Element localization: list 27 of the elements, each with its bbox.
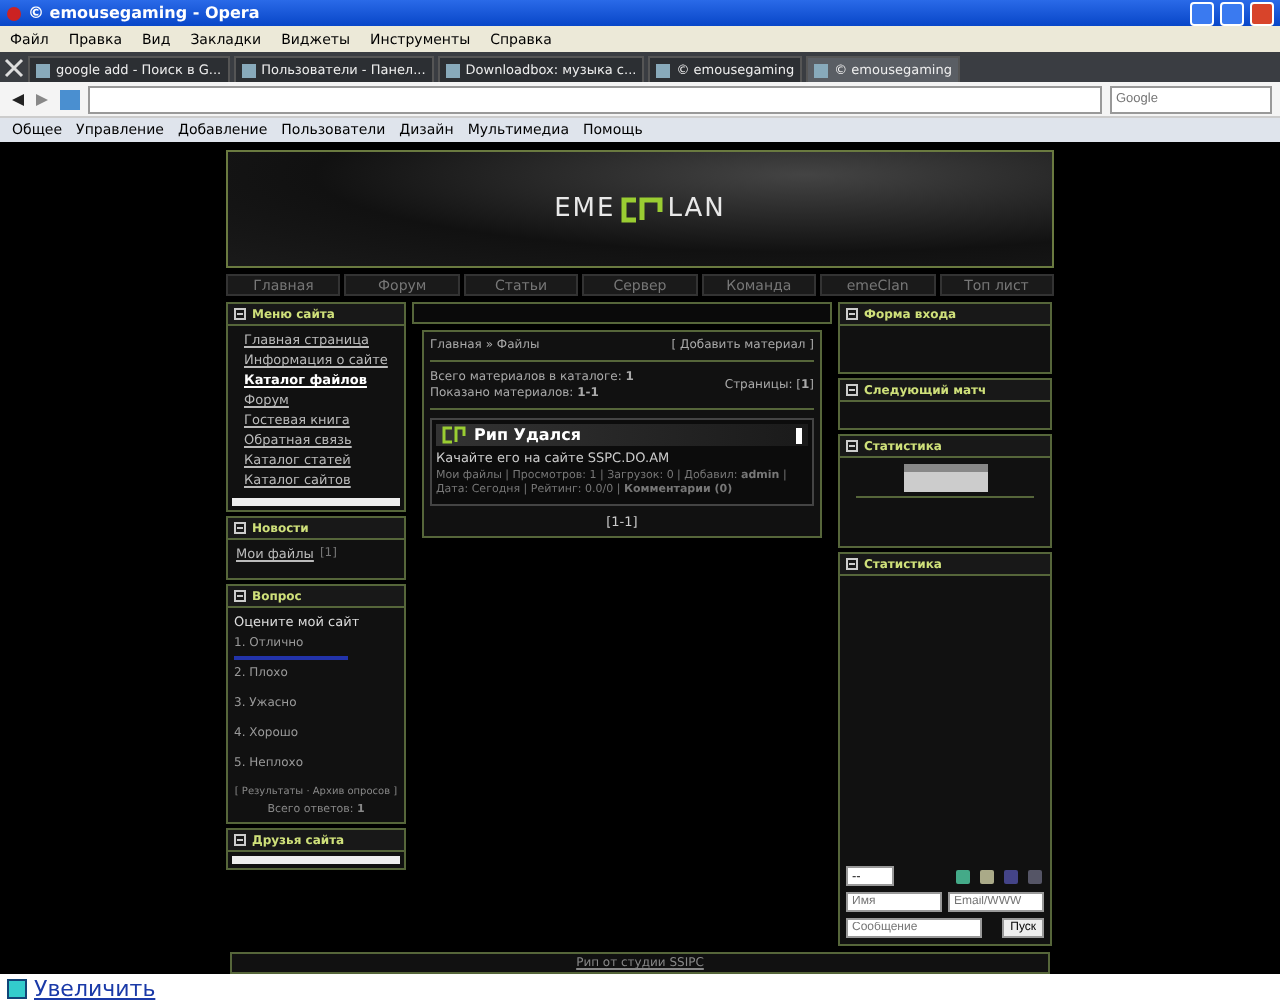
counter-widget-icon xyxy=(903,464,987,493)
minus-box-icon xyxy=(234,590,246,603)
close-button[interactable] xyxy=(1250,1,1274,25)
opera-logo-icon xyxy=(6,5,22,21)
forward-icon[interactable] xyxy=(34,91,52,107)
logo-icon xyxy=(442,426,466,445)
minus-box-icon xyxy=(846,558,858,571)
minus-box-icon xyxy=(234,834,246,847)
minus-box-icon xyxy=(846,440,858,453)
scrollbar[interactable] xyxy=(232,856,400,865)
enlarge-link[interactable]: Увеличить xyxy=(34,976,156,1002)
minus-box-icon xyxy=(234,308,246,321)
logo-icon xyxy=(619,195,664,224)
minimize-button[interactable] xyxy=(1190,1,1214,25)
minus-box-icon xyxy=(846,384,858,397)
logo-text: LAN xyxy=(667,194,726,225)
minus-box-icon xyxy=(846,308,858,321)
tools-icon[interactable] xyxy=(4,57,24,77)
marker-icon xyxy=(796,427,802,444)
address-field[interactable] xyxy=(88,85,1102,113)
minus-box-icon xyxy=(234,522,246,535)
scrollbar[interactable] xyxy=(232,498,400,507)
window-title: © emousegaming - Opera xyxy=(28,4,262,22)
back-icon[interactable] xyxy=(8,91,26,107)
logo-text: EME xyxy=(554,194,616,225)
zoom-icon[interactable] xyxy=(6,978,28,1000)
maximize-button[interactable] xyxy=(1220,1,1244,25)
